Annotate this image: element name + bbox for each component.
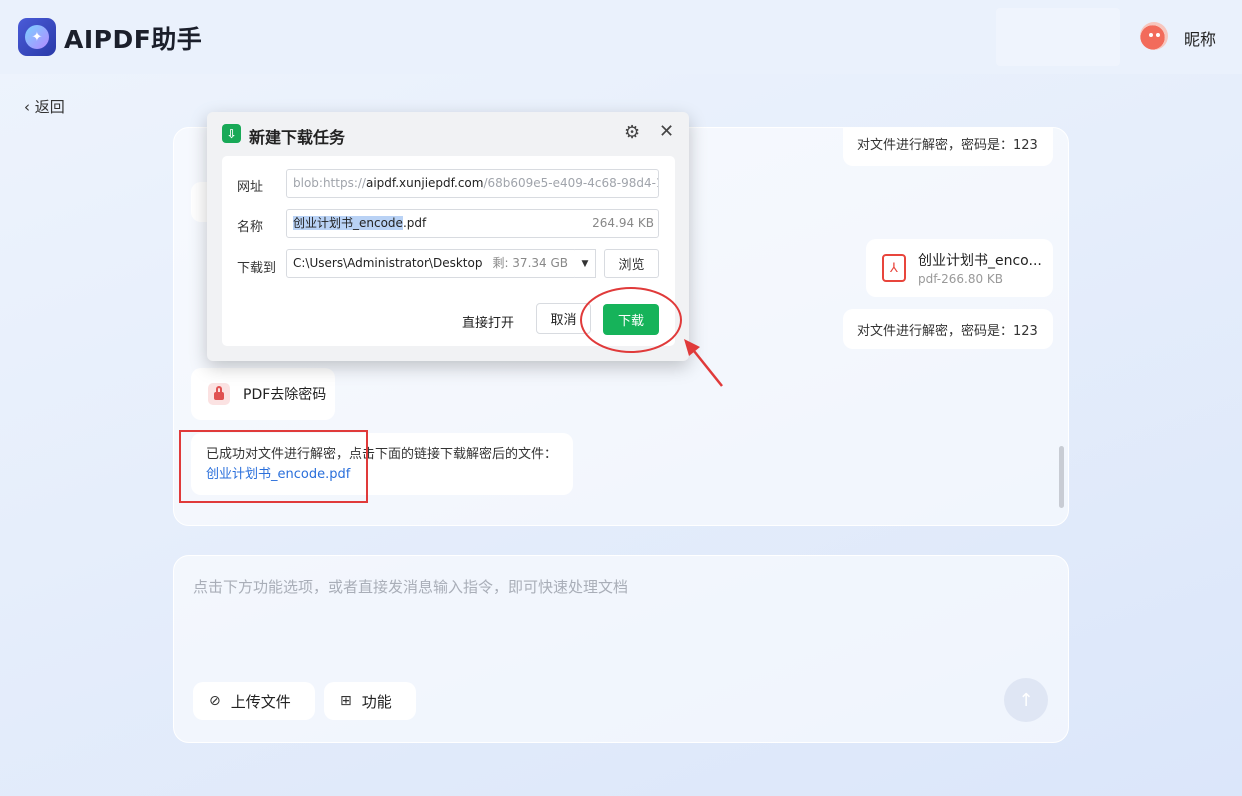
chat-message-user: 对文件进行解密，密码是：123 xyxy=(843,128,1053,166)
browse-button[interactable]: 浏览 xyxy=(604,249,659,278)
chat-message-user: 对文件进行解密，密码是：123 xyxy=(843,309,1053,349)
url-host: aipdf.xunjiepdf.com xyxy=(365,176,484,190)
app-logo-icon: ✦ xyxy=(18,18,56,56)
send-button[interactable]: ↑ xyxy=(1004,678,1048,722)
annotation-highlight-box xyxy=(179,430,368,503)
filename-selected: 创业计划书_encode xyxy=(293,216,403,230)
upload-label: 上传文件 xyxy=(230,692,291,711)
grid-icon: ⊞ xyxy=(340,693,352,709)
tool-label: PDF去除密码 xyxy=(243,387,327,403)
header-placeholder xyxy=(996,8,1120,66)
free-space: 剩: 37.34 GB xyxy=(492,256,568,270)
url-label: 网址 xyxy=(237,180,264,195)
file-size: 264.94 KB xyxy=(592,216,654,230)
download-icon: ⇩ xyxy=(222,124,241,143)
save-path: C:\Users\Administrator\Desktop xyxy=(293,256,483,270)
url-field[interactable]: blob:https://aipdf.xunjiepdf.com/68b609e… xyxy=(286,169,659,198)
message-input[interactable]: 点击下方功能选项，或者直接发消息输入指令，即可快速处理文档 xyxy=(193,576,628,597)
arrow-up-icon: ↑ xyxy=(1018,689,1034,711)
url-rest: /68b609e5-e409-4c68-98d4-17748c xyxy=(483,176,658,190)
file-name: 创业计划书_enco... xyxy=(918,253,1042,269)
gear-icon[interactable]: ⚙ xyxy=(624,122,640,143)
lock-icon xyxy=(208,383,230,405)
function-label: 功能 xyxy=(361,692,392,711)
file-meta: pdf-266.80 KB xyxy=(918,272,1004,286)
pdf-file-icon: ⅄ xyxy=(882,254,906,282)
upload-file-button[interactable]: ⊘ 上传文件 xyxy=(193,682,315,720)
paperclip-icon: ⊘ xyxy=(209,693,221,709)
caret-down-icon[interactable]: ▼ xyxy=(575,249,596,278)
open-directly-button[interactable]: 直接打开 xyxy=(462,312,514,331)
url-prefix: blob:https:// xyxy=(293,176,366,190)
tool-card[interactable]: PDF去除密码 xyxy=(191,368,335,420)
avatar-icon[interactable] xyxy=(1140,22,1168,50)
back-button[interactable]: ‹ 返回 xyxy=(24,96,65,117)
close-icon[interactable]: ✕ xyxy=(659,121,674,142)
annotation-arrow-icon xyxy=(684,339,723,387)
filename-ext: .pdf xyxy=(402,216,427,230)
file-attachment[interactable]: ⅄ 创业计划书_enco... pdf-266.80 KB xyxy=(866,239,1053,297)
chevron-left-icon: ‹ xyxy=(24,98,35,116)
back-label: 返回 xyxy=(34,98,65,116)
saveto-label: 下载到 xyxy=(237,261,277,276)
message-input-panel[interactable]: 点击下方功能选项，或者直接发消息输入指令，即可快速处理文档 ⊘ 上传文件 ⊞ 功… xyxy=(173,555,1069,743)
app-title: AIPDF助手 xyxy=(64,25,203,54)
save-path-field[interactable]: C:\Users\Administrator\Desktop 剩: 37.34 … xyxy=(286,249,577,278)
name-label: 名称 xyxy=(237,220,264,235)
annotation-circle xyxy=(580,287,682,353)
filename-field[interactable]: 创业计划书_encode.pdf 264.94 KB xyxy=(286,209,659,238)
user-nickname[interactable]: 昵称 xyxy=(1184,26,1216,50)
dialog-title: 新建下载任务 xyxy=(249,128,346,147)
function-button[interactable]: ⊞ 功能 xyxy=(324,682,416,720)
scrollbar[interactable] xyxy=(1059,446,1064,508)
app-header: ✦ AIPDF助手 昵称 xyxy=(0,0,1242,74)
